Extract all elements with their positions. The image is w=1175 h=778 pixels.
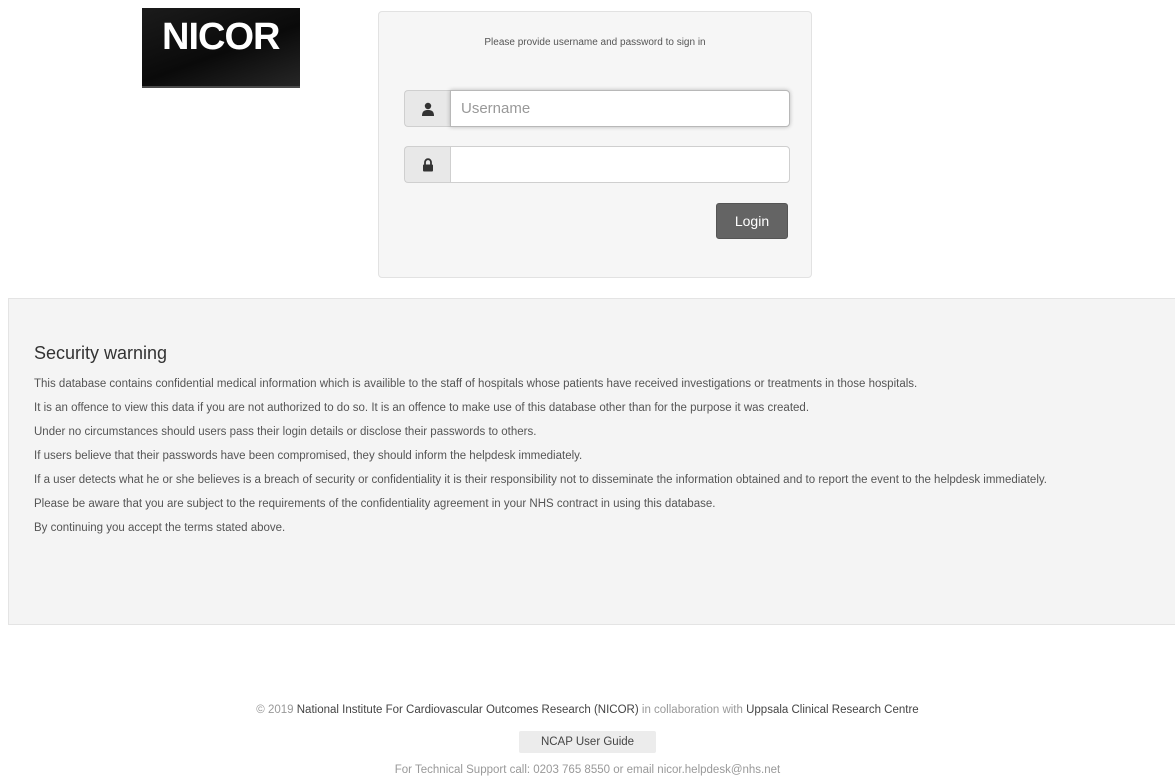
security-warning-title: Security warning — [34, 343, 168, 363]
warning-paragraph: If a user detects what he or she believe… — [34, 474, 1047, 486]
security-warning-text: This database contains confidential medi… — [34, 377, 1154, 545]
nicor-logo: NICOR — [142, 8, 300, 88]
login-panel: Please provide username and password to … — [378, 11, 812, 278]
lock-icon — [404, 146, 450, 183]
copyright-text: © 2019 — [256, 704, 294, 716]
security-warning-panel: Security warning This database contains … — [8, 298, 1175, 625]
password-group — [404, 146, 790, 183]
warning-paragraph: If users believe that their passwords ha… — [34, 450, 583, 462]
warning-paragraph: By continuing you accept the terms state… — [34, 522, 286, 534]
uppsala-partner-link[interactable]: Uppsala Clinical Research Centre — [746, 704, 919, 716]
password-input[interactable] — [450, 146, 790, 183]
logo-text: NICOR — [162, 16, 280, 58]
username-input[interactable] — [450, 90, 790, 127]
nicor-org-link[interactable]: National Institute For Cardiovascular Ou… — [297, 704, 639, 716]
ncap-user-guide-button[interactable]: NCAP User Guide — [519, 731, 656, 753]
warning-paragraph: It is an offence to view this data if yo… — [34, 402, 810, 414]
warning-paragraph: This database contains confidential medi… — [34, 378, 918, 390]
username-group — [404, 90, 790, 127]
footer-credits: © 2019 National Institute For Cardiovasc… — [0, 704, 1175, 716]
collaboration-text: in collaboration with — [641, 704, 743, 716]
warning-paragraph: Please be aware that you are subject to … — [34, 498, 716, 510]
user-icon — [404, 90, 450, 127]
warning-paragraph: Under no circumstances should users pass… — [34, 426, 537, 438]
login-button[interactable]: Login — [716, 203, 788, 239]
login-prompt: Please provide username and password to … — [484, 37, 706, 48]
technical-support-text: For Technical Support call: 0203 765 855… — [394, 764, 781, 776]
